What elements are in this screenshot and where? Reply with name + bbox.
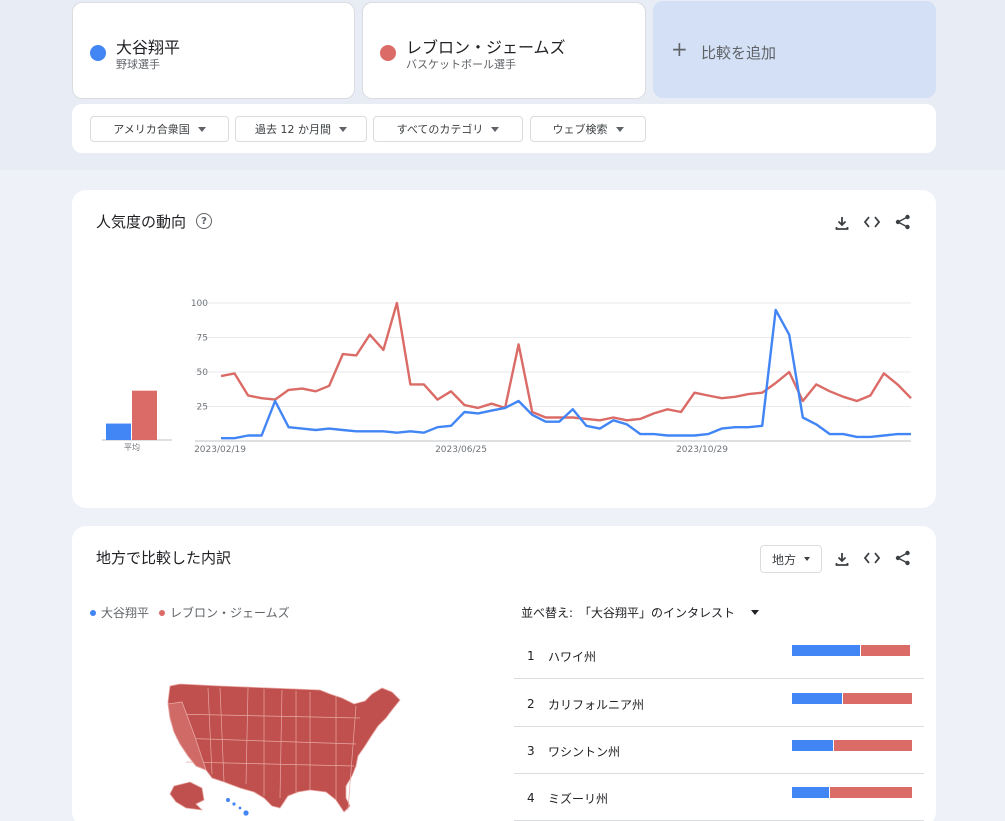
- region-rank: 3: [527, 744, 535, 758]
- share-bar-lebron: [834, 740, 912, 751]
- interest-over-time-card: 人気度の動向 ? 25 50 75 100 2023/02/19 2023/06/25 20…: [72, 190, 936, 508]
- share-bar-ohtani: [792, 645, 860, 656]
- x-tick-label: 2023/10/29: [676, 445, 728, 455]
- caret-down-icon: [804, 557, 810, 561]
- region-rank: 2: [527, 697, 535, 711]
- caret-down-icon: [491, 126, 500, 132]
- caret-down-icon: [615, 126, 624, 132]
- average-label: 平均: [124, 442, 140, 452]
- region-share-bar: [792, 740, 912, 751]
- y-tick-label: 50: [197, 368, 209, 378]
- legend-label: 大谷翔平: [101, 606, 150, 620]
- map-hawaii[interactable]: [226, 798, 230, 802]
- share-bar-ohtani: [792, 787, 829, 798]
- share-bar-lebron: [830, 787, 912, 798]
- series-color-dot: [380, 45, 396, 61]
- region-rank: 1: [527, 649, 535, 663]
- add-comparison-label: 比較を追加: [701, 44, 777, 62]
- map-legend: 大谷翔平 レブロン・ジェームズ: [90, 604, 290, 621]
- filter-search-type-label: ウェブ検索: [552, 123, 608, 136]
- filter-category[interactable]: すべてのカテゴリ: [373, 116, 523, 142]
- region-share-bar: [792, 787, 912, 798]
- term-category: バスケットボール選手: [406, 58, 516, 71]
- legend-dot: [90, 609, 96, 616]
- x-tick-label: 2023/02/19: [194, 445, 246, 455]
- series-line-ohtani: [221, 308, 911, 440]
- map-hawaii-island: [232, 802, 236, 806]
- y-tick-label: 75: [197, 334, 208, 344]
- region-row[interactable]: 3 ワシントン州: [514, 727, 924, 774]
- interest-chart: 25 50 75 100 2023/02/19 2023/06/25 2023/10/29 平…: [102, 299, 912, 455]
- legend-item: 大谷翔平: [90, 604, 149, 621]
- region-row[interactable]: 1 ハワイ州: [514, 632, 924, 679]
- region-level-label: 地方: [771, 552, 796, 567]
- y-tick-label: 25: [197, 403, 208, 413]
- filter-region-label: アメリカ合衆国: [113, 123, 190, 136]
- region-share-bar: [792, 645, 912, 656]
- term-card-lebron[interactable]: レブロン・ジェームズ バスケットボール選手: [362, 2, 646, 99]
- sort-value: 「大谷翔平」のインタレスト: [579, 606, 736, 620]
- series-line-lebron: [220, 301, 912, 422]
- share-bar-ohtani: [792, 740, 833, 751]
- x-tick-label: 2023/06/25: [435, 445, 487, 455]
- sort-dropdown[interactable]: 並べ替え: 「大谷翔平」のインタレスト: [521, 604, 760, 621]
- share-bar-ohtani: [792, 693, 842, 704]
- share-bar-lebron: [861, 645, 910, 656]
- legend-item: レブロン・ジェームズ: [159, 604, 290, 621]
- y-tick-label: 100: [191, 299, 208, 309]
- region-name: ミズーリ州: [548, 792, 609, 806]
- series-color-dot: [90, 45, 106, 61]
- legend-dot: [159, 609, 166, 616]
- filter-region[interactable]: アメリカ合衆国: [90, 116, 229, 142]
- sort-prefix: 並べ替え:: [521, 606, 574, 620]
- share-icon[interactable]: [893, 548, 913, 568]
- plus-icon: +: [671, 37, 688, 61]
- region-row[interactable]: 2 カリフォルニア州: [514, 680, 924, 727]
- term-name: 大谷翔平: [116, 38, 181, 57]
- region-name: ハワイ州: [548, 650, 597, 664]
- average-bar: [132, 390, 157, 440]
- share-bar-lebron: [843, 693, 912, 704]
- legend-label: レブロン・ジェームズ: [170, 606, 290, 620]
- map-alaska[interactable]: [169, 781, 205, 811]
- region-rank: 4: [527, 791, 535, 805]
- download-icon[interactable]: [832, 549, 852, 569]
- filter-time-range[interactable]: 過去 12 か月間: [235, 116, 367, 142]
- region-name: ワシントン州: [548, 745, 621, 759]
- region-level-select[interactable]: 地方: [760, 545, 822, 573]
- us-map[interactable]: [160, 674, 420, 821]
- embed-icon[interactable]: [862, 548, 882, 568]
- filter-search-type[interactable]: ウェブ検索: [530, 116, 646, 142]
- regional-breakdown-card: 地方で比較した内訳 地方 大谷翔平 レブロン・ジェームズ 並べ替え: 「大谷翔平…: [72, 526, 936, 821]
- caret-down-icon: [197, 126, 206, 132]
- term-name: レブロン・ジェームズ: [406, 38, 566, 57]
- add-comparison-button[interactable]: + 比較を追加: [653, 1, 936, 98]
- caret-down-icon: [339, 126, 347, 132]
- caret-down-icon: [751, 610, 760, 615]
- map-hawaii-island: [238, 806, 242, 810]
- region-share-bar: [792, 693, 912, 704]
- map-hawaii-island: [243, 810, 249, 816]
- filter-time-label: 過去 12 か月間: [255, 123, 331, 136]
- region-name: カリフォルニア州: [548, 698, 645, 712]
- card-title: 地方で比較した内訳: [96, 549, 232, 567]
- filter-bar: アメリカ合衆国 過去 12 か月間 すべてのカテゴリ ウェブ検索: [72, 104, 936, 153]
- term-category: 野球選手: [116, 58, 160, 71]
- region-row[interactable]: 4 ミズーリ州: [514, 774, 924, 821]
- filter-category-label: すべてのカテゴリ: [396, 123, 484, 136]
- average-bar: [106, 423, 131, 440]
- term-card-ohtani[interactable]: 大谷翔平 野球選手: [72, 2, 355, 99]
